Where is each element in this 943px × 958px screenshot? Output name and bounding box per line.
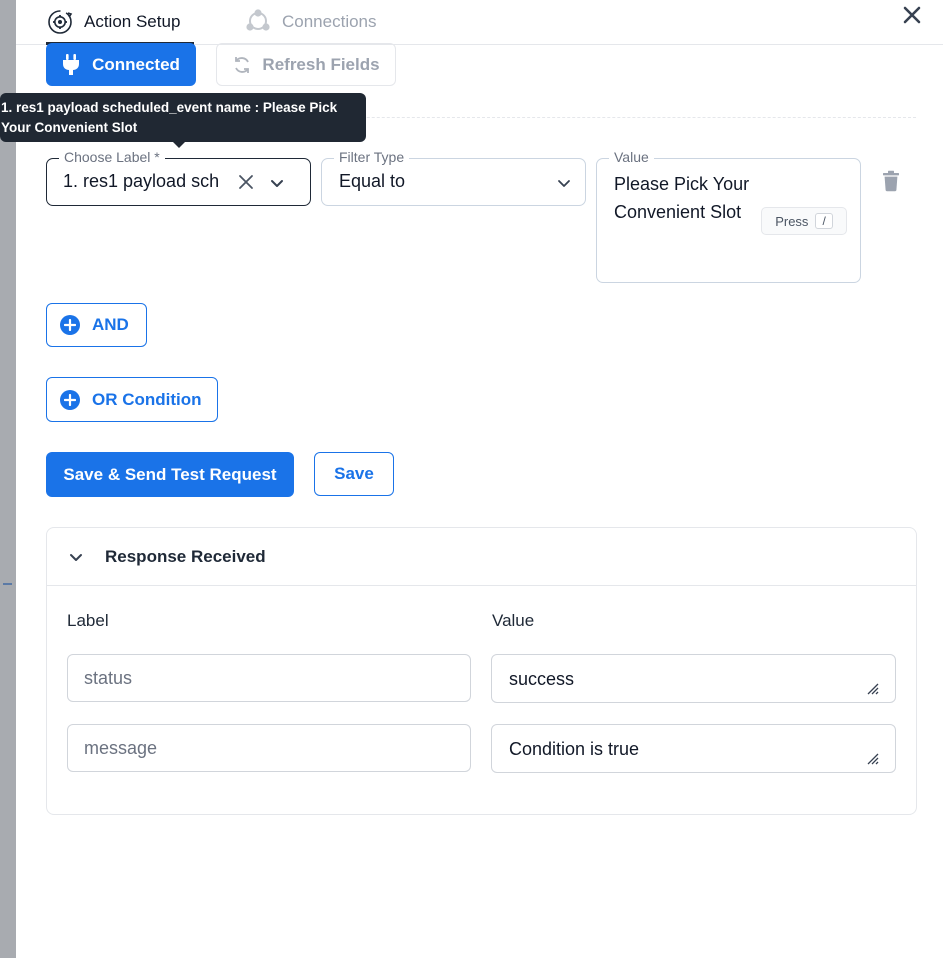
filter-type-value: Equal to — [339, 171, 406, 191]
resize-grip-icon[interactable] — [867, 752, 879, 765]
tooltip-line-2: Your Convenient Slot — [1, 120, 138, 135]
response-label-input-status[interactable] — [67, 654, 471, 702]
add-or-condition-button[interactable]: OR Condition — [46, 377, 218, 422]
tab-connections[interactable]: Connections — [244, 0, 377, 44]
press-hint-key: / — [815, 213, 833, 229]
background-overlay-strip — [0, 0, 16, 958]
resize-grip-icon[interactable] — [867, 682, 879, 695]
action-setup-panel: Action Setup Connections Connected Refre… — [0, 0, 943, 958]
refresh-icon — [235, 56, 250, 73]
network-icon — [244, 8, 272, 36]
gear-cycle-icon — [46, 8, 74, 36]
response-label-input-message[interactable] — [67, 724, 471, 772]
add-and-label: AND — [92, 315, 129, 334]
connected-button[interactable]: Connected — [46, 43, 196, 86]
add-and-button[interactable]: AND — [46, 303, 147, 347]
add-or-condition-label: OR Condition — [92, 389, 202, 409]
choose-label-select[interactable]: Choose Label * 1. res1 payload scheduled… — [46, 149, 311, 206]
save-send-test-request-button[interactable]: Save & Send Test Request — [46, 452, 294, 497]
trash-icon — [883, 170, 899, 192]
value-text: Please Pick Your Convenient Slot — [614, 174, 750, 222]
close-icon — [903, 6, 921, 24]
plus-circle-icon — [60, 315, 80, 335]
save-button[interactable]: Save — [314, 452, 394, 496]
filter-type-select[interactable]: Filter Type Equal to — [321, 149, 586, 206]
filter-type-legend: Filter Type — [334, 149, 410, 165]
connected-label: Connected — [92, 54, 180, 74]
plus-circle-icon — [60, 389, 80, 410]
response-value-field-message[interactable]: Condition is true — [491, 724, 896, 773]
press-shortcut-hint: Press / — [761, 207, 847, 235]
response-received-card: Response Received Label Value success Co… — [46, 527, 917, 815]
tab-action-setup[interactable]: Action Setup — [46, 0, 180, 44]
response-value-status: success — [509, 669, 575, 689]
chevron-down-icon — [66, 547, 86, 567]
close-button[interactable] — [899, 2, 925, 28]
value-field[interactable]: Value Please Pick Your Convenient Slot P… — [596, 149, 861, 283]
choose-label-legend: Choose Label * — [59, 149, 165, 165]
overlay-marker — [3, 583, 12, 585]
value-legend: Value — [609, 149, 654, 165]
response-value-field-status[interactable]: success — [491, 654, 896, 703]
chevron-down-icon — [553, 172, 575, 194]
tooltip-arrow — [172, 141, 186, 148]
tab-action-setup-label: Action Setup — [84, 12, 181, 31]
response-label-column-header: Label — [67, 611, 109, 630]
plug-icon — [63, 53, 80, 75]
response-value-column-header: Value — [492, 611, 535, 630]
delete-condition-button[interactable] — [882, 170, 904, 194]
response-received-header[interactable]: Response Received — [47, 528, 916, 586]
label-tooltip: 1. res1 payload scheduled_event name : P… — [0, 93, 366, 148]
tab-connections-label: Connections — [282, 12, 377, 31]
tooltip-line-1: 1. res1 payload scheduled_event name : P… — [1, 100, 338, 115]
refresh-fields-button[interactable]: Refresh Fields — [216, 43, 396, 86]
panel-tabs: Action Setup Connections — [16, 0, 943, 45]
clear-x-icon[interactable] — [235, 171, 257, 193]
response-received-title: Response Received — [105, 547, 266, 566]
refresh-fields-label: Refresh Fields — [262, 54, 380, 74]
chevron-down-icon[interactable] — [266, 172, 288, 194]
choose-label-value: 1. res1 payload scheduled_event name — [63, 171, 218, 191]
press-hint-label: Press — [775, 213, 809, 229]
response-value-message: Condition is true — [509, 739, 640, 759]
